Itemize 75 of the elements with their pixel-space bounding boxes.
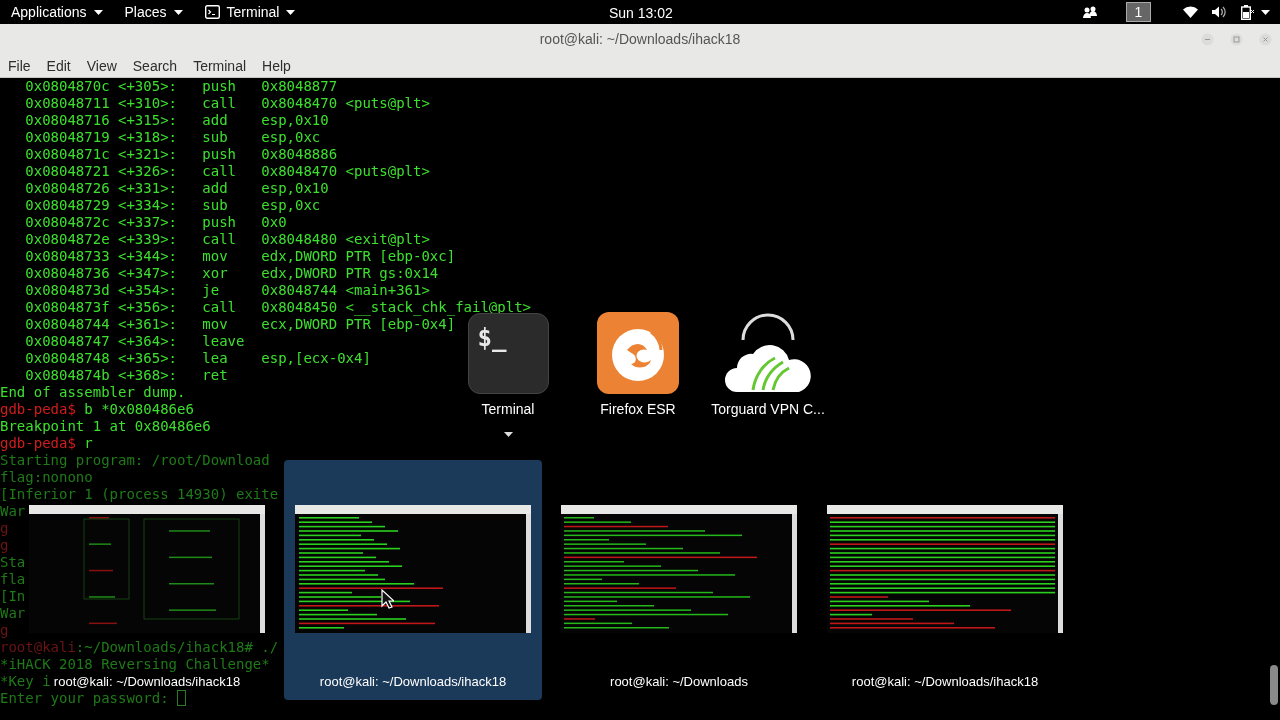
menu-item[interactable]: File xyxy=(2,55,37,77)
top-bar-menu[interactable]: Places xyxy=(113,0,194,24)
terminal-line: 0x08048726 <+331>: add esp,0x10 xyxy=(24,180,329,197)
mouse-pointer-icon xyxy=(381,589,394,609)
terminal-line: End of assembler dump. xyxy=(0,384,186,401)
window-thumbnail[interactable] xyxy=(561,505,797,633)
window-label: root@kali: ~/Downloads/ihack18 xyxy=(319,674,507,689)
terminal-line: 0x08048711 <+310>: call 0x8048470 <puts@plt> xyxy=(24,95,430,112)
shell-prompt: g xyxy=(0,622,9,639)
terminal-line: 0x08048747 <+364>: leave xyxy=(24,333,245,350)
terminal-line: Starting program: /root/Download xyxy=(0,452,270,469)
window-label: root@kali: ~/Downloads/ihack18 xyxy=(851,674,1039,689)
clock[interactable]: Sun 13:02 xyxy=(609,3,673,24)
terminal-line: 0x0804873f <+356>: call 0x8048450 <__stack_chk_fail@plt> xyxy=(24,299,531,316)
terminal-line: 0x08048748 <+365>: lea esp,[ecx-0x4] xyxy=(24,350,371,367)
terminal-line: [Inferior 1 (process 14930) exite xyxy=(0,486,279,503)
app-label[interactable]: Torguard VPN C... xyxy=(711,399,825,420)
workspace-indicator[interactable]: 1 xyxy=(1126,2,1151,22)
terminal-line: [In xyxy=(0,588,26,605)
terminal-line: 0x0804874b <+368>: ret xyxy=(24,367,228,384)
shell-prompt: g xyxy=(0,537,9,554)
terminal-line: Breakpoint 1 at 0x80486e6 xyxy=(0,418,211,435)
window-thumbnail[interactable] xyxy=(827,505,1063,633)
terminal-line: 0x0804872e <+339>: call 0x8048480 <exit@plt> xyxy=(24,231,430,248)
menu-item[interactable]: View xyxy=(80,55,123,77)
terminal-line: 0x08048736 <+347>: xor edx,DWORD PTR gs:0x14 xyxy=(24,265,439,282)
terminal-line: Sta xyxy=(0,554,26,571)
terminal-line: *iHACK 2018 Reversing Challenge* xyxy=(0,656,270,673)
top-bar-menu[interactable]: Terminal xyxy=(193,0,307,24)
people-icon[interactable] xyxy=(1082,6,1098,18)
menu-item[interactable]: Terminal xyxy=(187,55,253,77)
terminal-line: r xyxy=(84,435,93,452)
terminal-line: Enter your password: xyxy=(0,690,170,707)
battery-icon[interactable] xyxy=(1241,4,1255,20)
window-label: root@kali: ~/Downloads/ihack18 xyxy=(53,674,241,689)
top-bar-menu[interactable]: Applications xyxy=(0,0,114,24)
wifi-icon[interactable] xyxy=(1183,6,1198,18)
terminal-line: 0x08048733 <+344>: mov edx,DWORD PTR [ebp-0xc] xyxy=(24,248,456,265)
menu-item[interactable]: Help xyxy=(256,55,297,77)
window-title: root@kali: ~/Downloads/ihack18 xyxy=(539,30,741,49)
caret-icon xyxy=(286,9,296,15)
terminal-line: :~/Downloads/ihack18# ./ xyxy=(75,639,279,656)
caret-icon xyxy=(1261,9,1270,15)
terminal-line: 0x0804873d <+354>: je 0x8048744 <main+361> xyxy=(24,282,430,299)
shell-prompt: g xyxy=(0,520,9,537)
terminal-line: 0x0804871c <+321>: push 0x8048886 xyxy=(24,146,338,163)
window-thumbnail[interactable] xyxy=(29,505,265,633)
menu-item[interactable]: Edit xyxy=(40,55,77,77)
shell-prompt: gdb-peda$ xyxy=(0,435,77,452)
shell-prompt: gdb-peda$ xyxy=(0,401,77,418)
caret-icon xyxy=(93,9,103,15)
window-label: root@kali: ~/Downloads xyxy=(610,674,748,689)
terminal-line: 0x08048721 <+326>: call 0x8048470 <puts@plt> xyxy=(24,163,430,180)
terminal-line: *Key i xyxy=(0,673,51,690)
terminal-line: 0x08048744 <+361>: mov ecx,DWORD PTR [ebp-0x4] xyxy=(24,316,456,333)
shell-prompt: root@kali xyxy=(0,639,76,656)
selected-window-preview[interactable]: root@kali: ~/Downloads/ihack18 xyxy=(284,460,542,700)
menu-item[interactable]: Search xyxy=(126,55,184,77)
app-label[interactable]: Terminal xyxy=(481,399,535,420)
terminal-icon xyxy=(204,5,220,19)
terminal-line: 0x0804870c <+305>: push 0x8048877 xyxy=(24,78,338,95)
volume-icon[interactable] xyxy=(1212,6,1227,18)
terminal-line: fla xyxy=(0,571,26,588)
terminal-line: b *0x080486e6 xyxy=(84,401,194,418)
terminal-line: War xyxy=(0,503,26,520)
terminal-line: War xyxy=(0,605,26,622)
terminal-line: 0x08048729 <+334>: sub esp,0xc xyxy=(24,197,321,214)
terminal-app-icon: $_ xyxy=(467,313,549,394)
terminal-line: flag:nonono xyxy=(0,469,93,486)
terminal-line: 0x0804872c <+337>: push 0x0 xyxy=(24,214,287,231)
terminal-line: 0x08048716 <+315>: add esp,0x10 xyxy=(24,112,329,129)
caret-icon xyxy=(173,9,183,15)
app-label[interactable]: Firefox ESR xyxy=(600,399,676,420)
terminal-line: 0x08048719 <+318>: sub esp,0xc xyxy=(24,129,321,146)
fox-app-icon xyxy=(597,312,679,394)
